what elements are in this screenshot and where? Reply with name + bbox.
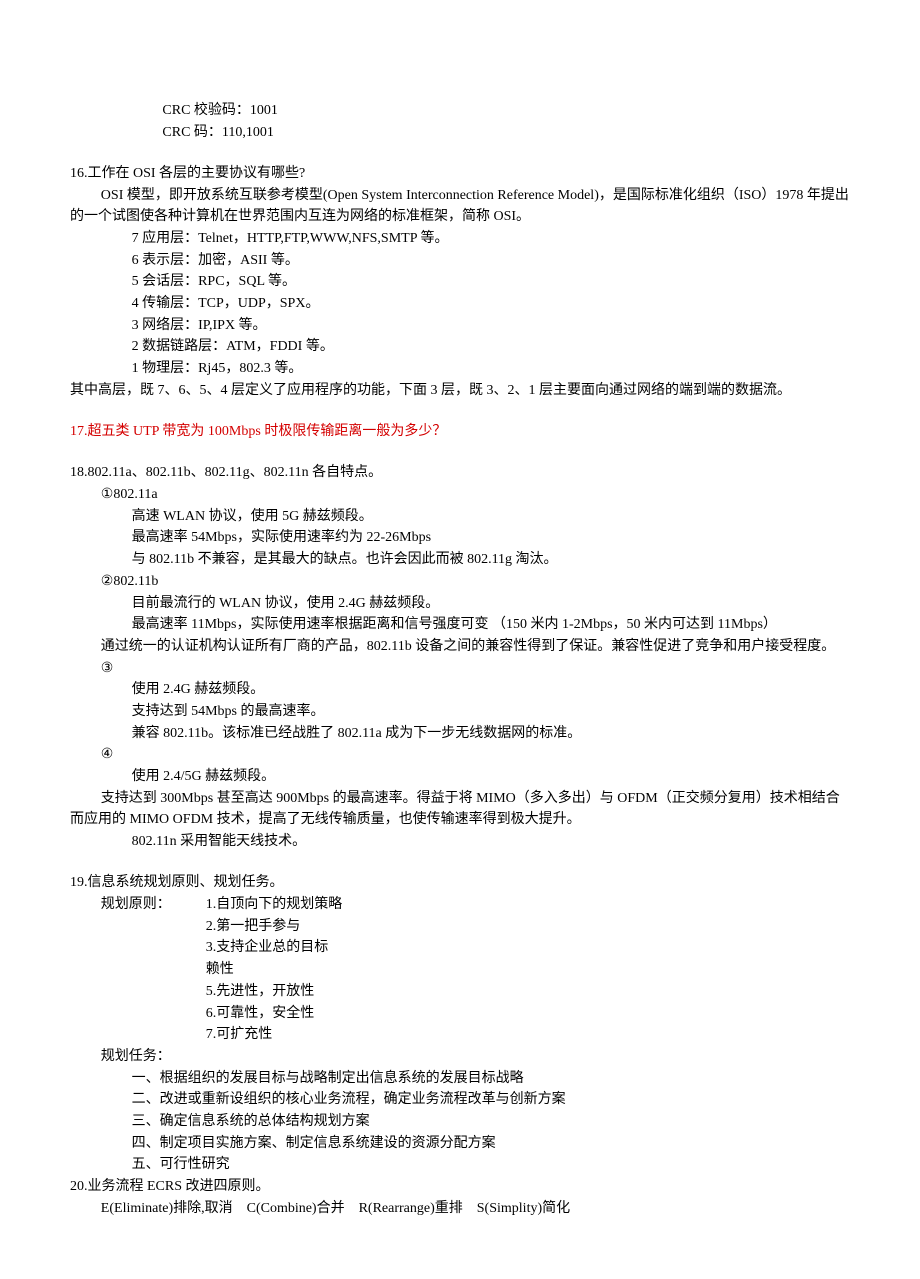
- q18-title: 18.802.11a、802.11b、802.11g、802.11n 各自特点。: [70, 462, 850, 484]
- text: 通过统一的认证机构认证所有厂商的产品，802.11b 设备之间的兼容性得到了保证…: [101, 639, 835, 654]
- text: 7 应用层：Telnet，HTTP,FTP,WWW,NFS,SMTP 等。: [132, 231, 449, 246]
- text: 二、改进或重新设组织的核心业务流程，确定业务流程改革与创新方案: [132, 1092, 566, 1107]
- text: ②802.11b: [101, 574, 159, 589]
- text: 规划任务：: [101, 1049, 171, 1064]
- text: 其中高层，既 7、6、5、4 层定义了应用程序的功能，下面 3 层，既 3、2、…: [70, 383, 791, 398]
- text: ①802.11a: [101, 487, 158, 502]
- text: 2.第一把手参与: [206, 919, 301, 934]
- q19-task: 一、根据组织的发展目标与战略制定出信息系统的发展目标战略: [70, 1068, 850, 1090]
- text: 18.802.11a、802.11b、802.11g、802.11n 各自特点。: [70, 465, 382, 480]
- text: ③: [101, 661, 114, 676]
- text: 16.工作在 OSI 各层的主要协议有哪些?: [70, 166, 305, 181]
- q18d-line: 802.11n 采用智能天线技术。: [70, 831, 850, 853]
- q16-layer: 3 网络层：IP,IPX 等。: [70, 315, 850, 337]
- q18c-line: 兼容 802.11b。该标准已经战胜了 802.11a 成为下一步无线数据网的标…: [70, 723, 850, 745]
- q16-layer: 5 会话层：RPC，SQL 等。: [70, 271, 850, 293]
- text: OSI 模型，即开放系统互联参考模型(Open System Interconn…: [70, 188, 849, 225]
- q18b-line: 目前最流行的 WLAN 协议，使用 2.4G 赫兹频段。: [70, 593, 850, 615]
- text: 支持达到 54Mbps 的最高速率。: [132, 704, 325, 719]
- text: 2 数据链路层：ATM，FDDI 等。: [132, 339, 334, 354]
- text: 6.可靠性，安全性: [206, 1006, 315, 1021]
- q19-principle: 2.第一把手参与: [206, 916, 850, 938]
- text: 目前最流行的 WLAN 协议，使用 2.4G 赫兹频段。: [132, 596, 440, 611]
- text: 高速 WLAN 协议，使用 5G 赫兹频段。: [132, 509, 373, 524]
- text: 20.业务流程 ECRS 改进四原则。: [70, 1179, 270, 1194]
- text: 3.支持企业总的目标: [206, 940, 329, 955]
- q16-layer: 1 物理层：Rj45，802.3 等。: [70, 358, 850, 380]
- text: 三、确定信息系统的总体结构规划方案: [132, 1114, 370, 1129]
- crc-code: CRC 码：110,1001: [70, 122, 850, 144]
- q16-title: 16.工作在 OSI 各层的主要协议有哪些?: [70, 163, 850, 185]
- q16-layer: 7 应用层：Telnet，HTTP,FTP,WWW,NFS,SMTP 等。: [70, 228, 850, 250]
- text: CRC 码：110,1001: [162, 125, 274, 140]
- q18d-head: ④: [70, 744, 850, 766]
- q19-principle: 7.可扩充性: [206, 1024, 850, 1046]
- q16-tail: 其中高层，既 7、6、5、4 层定义了应用程序的功能，下面 3 层，既 3、2、…: [70, 380, 850, 402]
- q19-task: 五、可行性研究: [70, 1154, 850, 1176]
- text: 与 802.11b 不兼容，是其最大的缺点。也许会因此而被 802.11g 淘汰…: [132, 552, 558, 567]
- q18c-line: 使用 2.4G 赫兹频段。: [70, 679, 850, 701]
- q19-principle: 6.可靠性，安全性: [206, 1003, 850, 1025]
- text: 四、制定项目实施方案、制定信息系统建设的资源分配方案: [132, 1136, 496, 1151]
- text: CRC 校验码：1001: [162, 103, 278, 118]
- q18a-line: 最高速率 54Mbps，实际使用速率约为 22-26Mbps: [70, 527, 850, 549]
- text: 使用 2.4G 赫兹频段。: [132, 682, 265, 697]
- text: 5 会话层：RPC，SQL 等。: [132, 274, 296, 289]
- text: 最高速率 11Mbps，实际使用速率根据距离和信号强度可变 （150 米内 1-…: [70, 617, 777, 632]
- text: ④: [101, 747, 114, 762]
- text: 6 表示层：加密，ASII 等。: [132, 253, 299, 268]
- q19-task: 四、制定项目实施方案、制定信息系统建设的资源分配方案: [70, 1133, 850, 1155]
- q18b-line: 通过统一的认证机构认证所有厂商的产品，802.11b 设备之间的兼容性得到了保证…: [70, 636, 850, 658]
- text: 支持达到 300Mbps 甚至高达 900Mbps 的最高速率。得益于将 MIM…: [70, 791, 840, 828]
- q17-title: 17.超五类 UTP 带宽为 100Mbps 时极限传输距离一般为多少？: [70, 421, 850, 443]
- q18b-line: 最高速率 11Mbps，实际使用速率根据距离和信号强度可变 （150 米内 1-…: [70, 614, 850, 636]
- text: 3 网络层：IP,IPX 等。: [132, 318, 267, 333]
- text: E(Eliminate)排除,取消 C(Combine)合并 R(Rearran…: [101, 1201, 570, 1216]
- text: 5.先进性，开放性: [206, 984, 315, 999]
- q18b-head: ②802.11b: [70, 571, 850, 593]
- q20-body: E(Eliminate)排除,取消 C(Combine)合并 R(Rearran…: [70, 1198, 850, 1220]
- text: 最高速率 54Mbps，实际使用速率约为 22-26Mbps: [132, 530, 431, 545]
- q19-title: 19.信息系统规划原则、规划任务。: [70, 872, 850, 894]
- q19-task: 二、改进或重新设组织的核心业务流程，确定业务流程改革与创新方案: [70, 1089, 850, 1111]
- q18a-line: 与 802.11b 不兼容，是其最大的缺点。也许会因此而被 802.11g 淘汰…: [70, 549, 850, 571]
- text: 19.信息系统规划原则、规划任务。: [70, 875, 284, 890]
- text: 802.11n 采用智能天线技术。: [132, 834, 306, 849]
- text: 4 传输层：TCP，UDP，SPX。: [132, 296, 320, 311]
- text: 赖性: [206, 962, 234, 977]
- q19-principles-row: 规划原则： 1.自顶向下的规划策略 2.第一把手参与 3.支持企业总的目标 赖性…: [70, 894, 850, 1046]
- text: 7.可扩充性: [206, 1027, 273, 1042]
- q19-principle: 1.自顶向下的规划策略: [206, 894, 850, 916]
- text: 17.超五类 UTP 带宽为 100Mbps 时极限传输距离一般为多少？: [70, 424, 446, 439]
- q18c-line: 支持达到 54Mbps 的最高速率。: [70, 701, 850, 723]
- q19-tasks-label: 规划任务：: [70, 1046, 850, 1068]
- q16-layer: 2 数据链路层：ATM，FDDI 等。: [70, 336, 850, 358]
- q18d-line: 支持达到 300Mbps 甚至高达 900Mbps 的最高速率。得益于将 MIM…: [70, 788, 850, 831]
- q18a-head: ①802.11a: [70, 484, 850, 506]
- text: 1 物理层：Rj45，802.3 等。: [132, 361, 303, 376]
- q16-layer: 6 表示层：加密，ASII 等。: [70, 250, 850, 272]
- q16-layer: 4 传输层：TCP，UDP，SPX。: [70, 293, 850, 315]
- text: 使用 2.4/5G 赫兹频段。: [132, 769, 276, 784]
- q20-title: 20.业务流程 ECRS 改进四原则。: [70, 1176, 850, 1198]
- text: 兼容 802.11b。该标准已经战胜了 802.11a 成为下一步无线数据网的标…: [132, 726, 582, 741]
- q19-principle: 3.支持企业总的目标: [206, 937, 850, 959]
- text: 1.自顶向下的规划策略: [206, 897, 343, 912]
- q19-principle: 赖性: [206, 959, 850, 981]
- q19-task: 三、确定信息系统的总体结构规划方案: [70, 1111, 850, 1133]
- text: 规划原则：: [101, 897, 171, 912]
- q16-intro: OSI 模型，即开放系统互联参考模型(Open System Interconn…: [70, 185, 850, 228]
- q18c-head: ③: [70, 658, 850, 680]
- q19-principle: 5.先进性，开放性: [206, 981, 850, 1003]
- q18a-line: 高速 WLAN 协议，使用 5G 赫兹频段。: [70, 506, 850, 528]
- text: 五、可行性研究: [132, 1157, 230, 1172]
- crc-check-code: CRC 校验码：1001: [70, 100, 850, 122]
- q19-principles-label: 规划原则：: [70, 894, 206, 1046]
- text: 一、根据组织的发展目标与战略制定出信息系统的发展目标战略: [132, 1071, 524, 1086]
- q18d-line: 使用 2.4/5G 赫兹频段。: [70, 766, 850, 788]
